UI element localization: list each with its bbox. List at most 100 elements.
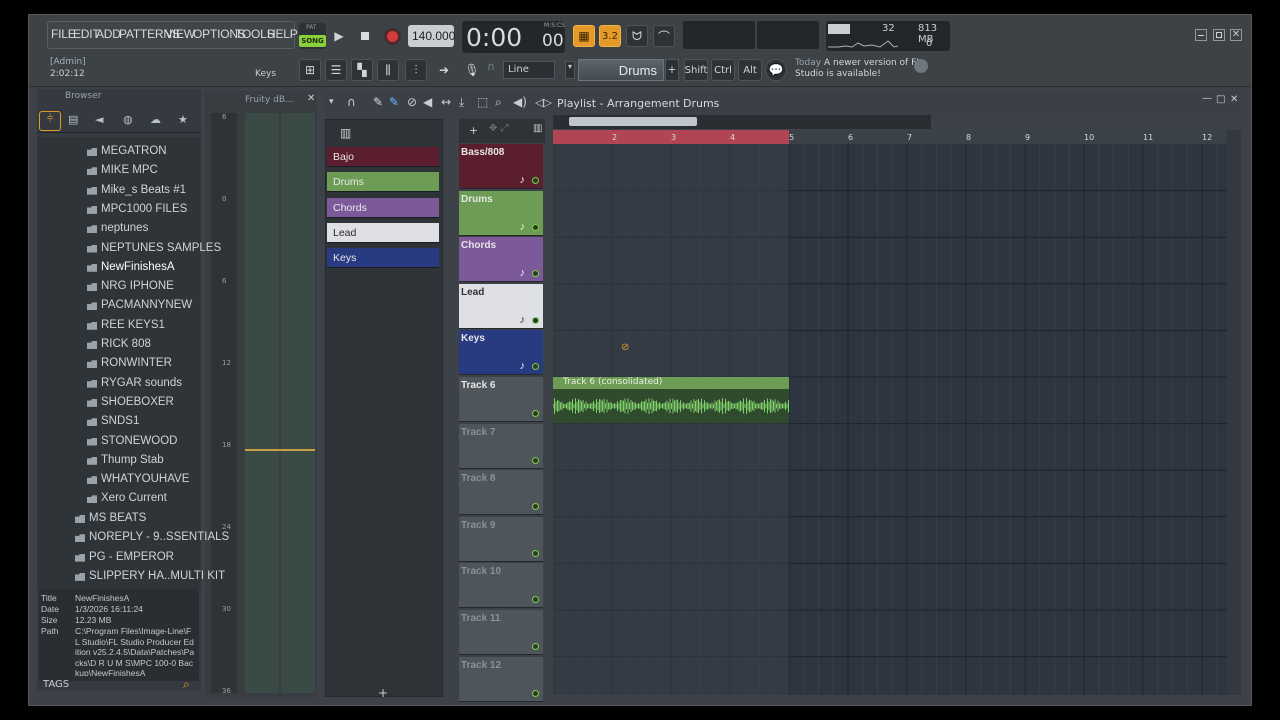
track-enable-led[interactable] [532, 643, 539, 650]
arrows-icon[interactable]: ◁▷ [535, 96, 552, 109]
browser-subfolder[interactable]: NOREPLY - 9..SSENTIALS [89, 531, 229, 543]
delete-icon[interactable]: ⊘ [407, 95, 417, 109]
tempo-field[interactable]: 140.000 [408, 25, 455, 47]
track-header[interactable]: Track 6 [459, 377, 543, 422]
track-enable-led[interactable] [532, 596, 539, 604]
track-enable-led[interactable] [532, 270, 539, 278]
browser-folder[interactable]: STONEWOOD [101, 435, 177, 447]
close-button[interactable]: ✕ [1230, 29, 1242, 41]
pencil-icon[interactable]: ✎ [373, 95, 383, 109]
zoom-icon[interactable]: ⌕ [495, 95, 502, 110]
maximize-button[interactable] [1213, 29, 1225, 41]
globe-icon[interactable]: ◍ [123, 113, 133, 126]
playlist-button[interactable]: ⊞ [299, 59, 321, 81]
step-edit-button[interactable]: ⌒ [653, 25, 675, 47]
browser-folder[interactable]: RONWINTER [101, 357, 172, 369]
browser-folder[interactable]: PACMANNYNEW [101, 299, 192, 311]
channel-button[interactable]: Keys [327, 248, 439, 269]
channel-button[interactable]: Lead [327, 222, 439, 243]
track-header[interactable]: Track 7 [459, 423, 543, 469]
track-enable-led[interactable] [532, 316, 539, 324]
paint-icon[interactable]: ✎ [389, 95, 399, 109]
browser-folder[interactable]: RYGAR sounds [101, 377, 182, 389]
search-icon[interactable]: ⌕ [183, 677, 190, 692]
countdown-button[interactable]: 3.2 [599, 25, 621, 47]
timeline-ruler[interactable] [545, 130, 1227, 144]
arrow-button[interactable]: ➜ [433, 59, 455, 81]
menu-add[interactable]: ADD [96, 27, 121, 43]
track-header[interactable]: Keys ♪ [459, 330, 543, 376]
browser-subfolder[interactable]: PG - EMPEROR [89, 551, 174, 563]
speaker-play-icon[interactable]: ◀) [513, 95, 527, 109]
playlist-maximize-icon[interactable]: □ [1216, 94, 1225, 105]
menu-file[interactable]: FILE [51, 27, 76, 43]
track-header[interactable]: Track 12 [459, 656, 543, 702]
play-button[interactable]: ▶ [328, 25, 350, 47]
star-icon[interactable]: ★ [178, 113, 188, 126]
cloud-icon[interactable]: ☁ [150, 113, 161, 126]
browser-folder[interactable]: NewFinishesA [101, 261, 175, 273]
blend-notes-button[interactable]: ᗢ [626, 25, 648, 47]
track-enable-led[interactable] [532, 223, 539, 231]
plugin-button[interactable]: ⫶ [405, 59, 427, 81]
track-header[interactable]: Track 9 [459, 516, 543, 562]
mixer-button[interactable]: ⫼ [377, 59, 399, 81]
browser-folder[interactable]: MEGATRON [101, 145, 167, 157]
magnet-snap-icon[interactable]: ∩ [347, 95, 356, 109]
browser-folder[interactable]: RICK 808 [101, 338, 151, 350]
piano-keys-icon[interactable]: ▥ [340, 126, 351, 140]
track-enable-led[interactable] [532, 363, 539, 371]
add-track-icon[interactable]: + [469, 124, 478, 137]
pattern-selector[interactable]: Drums [578, 59, 664, 81]
channel-button[interactable]: Chords [327, 197, 439, 218]
track-enable-led[interactable] [532, 503, 539, 511]
ctrl-button[interactable]: Ctrl [711, 59, 735, 81]
track-enable-led[interactable] [532, 410, 539, 417]
track-enable-led[interactable] [532, 456, 539, 464]
channel-button[interactable]: Bajo [327, 147, 439, 167]
playlist-close-icon[interactable]: ✕ [1230, 94, 1238, 105]
speaker-icon[interactable]: ◄ [95, 113, 103, 126]
pat-song-toggle[interactable]: PAT SONG [299, 23, 326, 49]
browser-folder[interactable]: neptunes [101, 222, 148, 234]
pattern-dropdown-button[interactable]: ▾ [565, 61, 575, 79]
browser-folder[interactable]: NRG IPHONE [101, 280, 174, 292]
time-display[interactable]: 0:00 00 M:S:CS [462, 21, 565, 53]
stop-button[interactable] [354, 25, 376, 47]
piano-view-icon[interactable]: ▥ [533, 123, 542, 134]
browser-folder[interactable]: WHATYOUHAVE [101, 473, 189, 485]
browser-subfolder[interactable]: MS BEATS [89, 512, 146, 524]
track-header[interactable]: Drums ♪ [459, 190, 543, 236]
browser-folder[interactable]: NEPTUNES SAMPLES [101, 242, 221, 254]
browser-folder[interactable]: REE KEYS1 [101, 319, 165, 331]
browser-folder[interactable]: SHOEBOXER [101, 396, 174, 408]
track-header[interactable]: Bass/808 ♪ [459, 144, 543, 189]
menu-view[interactable]: VIEW [165, 27, 195, 43]
track-enable-led[interactable] [532, 177, 539, 184]
shift-button[interactable]: Shift [684, 59, 708, 81]
tags-button[interactable]: TAGS [43, 679, 69, 690]
playlist-minimize-icon[interactable]: — [1202, 93, 1212, 104]
track-enable-led[interactable] [532, 689, 539, 697]
menu-help[interactable]: HELP [267, 27, 298, 43]
document-icon[interactable]: ▤ [68, 113, 78, 126]
record-button[interactable] [381, 25, 403, 47]
add-pattern-button[interactable]: + [665, 59, 679, 81]
playlist-menu-arrow[interactable]: ▾ [329, 97, 334, 107]
snap-select[interactable]: Line [503, 61, 555, 79]
news-text[interactable]: A newer version of FL Studio is availabl… [795, 58, 923, 80]
track-options-icon[interactable]: ✥ ⤢ [489, 123, 509, 134]
update-icon[interactable] [914, 59, 928, 73]
browser-folder[interactable]: Mike_s Beats #1 [101, 184, 186, 196]
mic-button[interactable]: 🎙 [461, 59, 483, 81]
track-header[interactable]: Chords ♪ [459, 237, 543, 283]
mixer-close-icon[interactable]: ✕ [307, 93, 315, 104]
browser-folder[interactable]: Thump Stab [101, 454, 164, 466]
select-icon[interactable]: ⬚ [477, 95, 488, 109]
piano-roll-button[interactable]: ▚ [351, 59, 373, 81]
alt-button[interactable]: Alt [738, 59, 762, 81]
browser-folder[interactable]: MIKE MPC [101, 164, 158, 176]
scrollbar-thumb[interactable] [569, 117, 697, 126]
slip-icon[interactable]: ↔ [441, 95, 451, 109]
audio-clip[interactable]: Track 6 (consolidated) [553, 377, 789, 423]
